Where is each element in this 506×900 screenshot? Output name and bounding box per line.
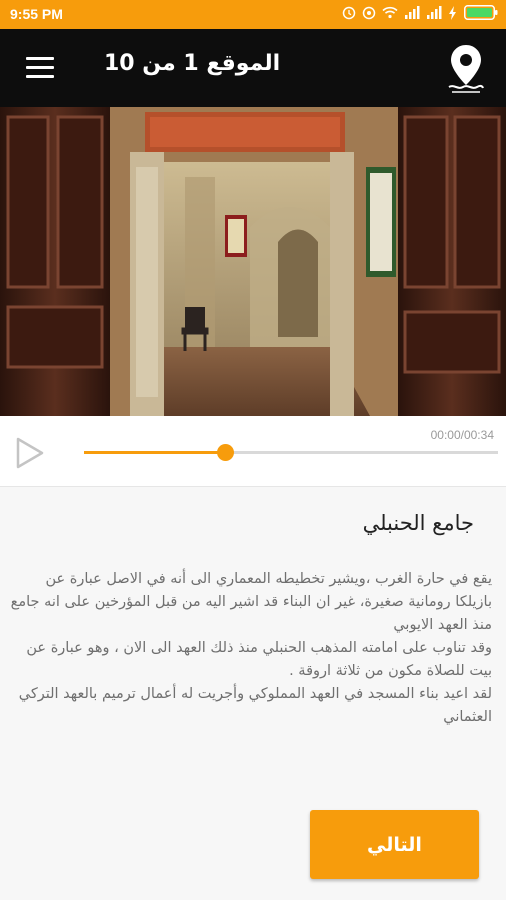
settings-icon bbox=[362, 6, 376, 20]
place-title: جامع الحنبلي bbox=[362, 511, 474, 535]
play-icon[interactable] bbox=[14, 436, 46, 470]
location-pin-icon[interactable] bbox=[446, 43, 486, 95]
wifi-icon bbox=[382, 6, 398, 19]
charging-icon bbox=[448, 5, 458, 20]
status-bar: 9:55 PM bbox=[0, 0, 506, 29]
next-button[interactable]: التالي bbox=[310, 810, 479, 879]
audio-time: 00:00/00:34 bbox=[430, 428, 494, 442]
hero-image bbox=[0, 107, 506, 416]
alarm-icon bbox=[342, 6, 356, 20]
status-time: 9:55 PM bbox=[10, 6, 63, 22]
signal-icon bbox=[426, 6, 442, 19]
menu-icon[interactable] bbox=[26, 57, 54, 79]
battery-icon bbox=[464, 5, 498, 20]
place-description: يقع في حارة الغرب ،ويشير تخطيطه المعماري… bbox=[10, 571, 492, 725]
status-icons bbox=[342, 5, 498, 20]
signal-icon bbox=[404, 6, 420, 19]
audio-seek-bar[interactable] bbox=[84, 444, 498, 461]
app-bar: الموقع 1 من 10 bbox=[0, 29, 506, 107]
page-title: الموقع 1 من 10 bbox=[104, 51, 281, 76]
audio-player: 00:00/00:34 bbox=[0, 416, 506, 487]
audio-seek-thumb[interactable] bbox=[216, 444, 234, 461]
audio-progress-fill bbox=[84, 451, 225, 454]
